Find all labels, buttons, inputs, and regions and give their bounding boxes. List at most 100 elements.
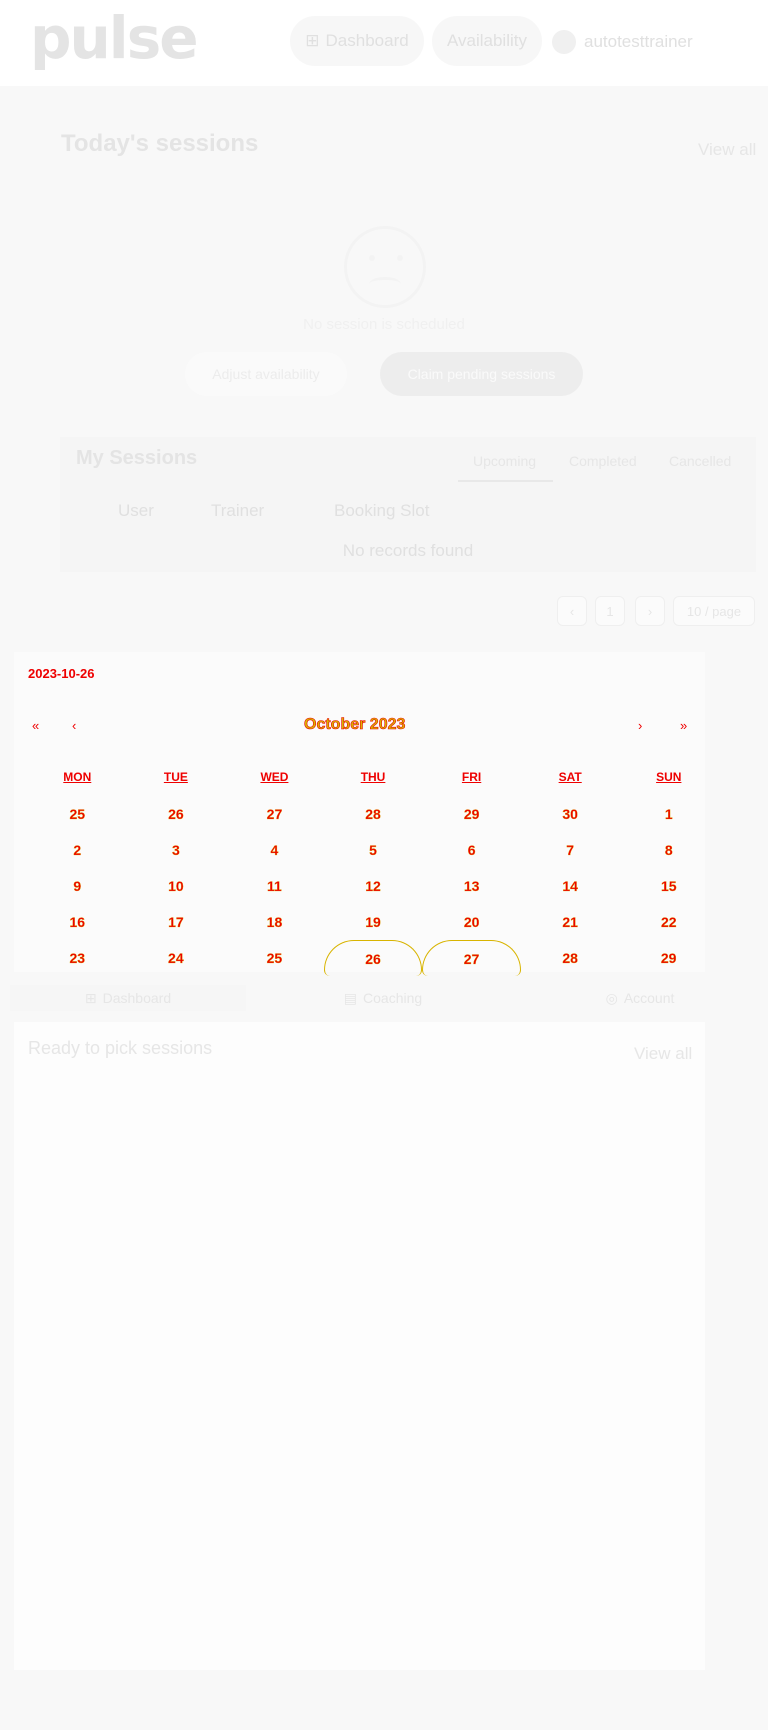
- grid-icon: ⊞: [305, 31, 320, 50]
- page-size-select[interactable]: 10 / page: [673, 596, 755, 626]
- todays-sessions-title: Today's sessions: [61, 130, 259, 157]
- calendar-week-row: 2345678: [28, 832, 718, 868]
- calendar-week-row: 9 10 11 12 13 14 15: [28, 868, 718, 904]
- calendar-day-cell[interactable]: 19: [324, 904, 423, 940]
- calendar-day-cell[interactable]: 10: [127, 868, 226, 904]
- calendar-prev-year-button[interactable]: «: [32, 718, 39, 733]
- calendar-day-cell[interactable]: 26: [323, 940, 423, 976]
- nav-dashboard-label: Dashboard: [325, 31, 409, 50]
- calendar-day-cell[interactable]: 4: [225, 832, 324, 868]
- calendar-grid: MON TUE WED THU FRI SAT SUN 25 26 27 28 29 30…: [28, 770, 718, 976]
- card-icon: ▤: [343, 989, 358, 1006]
- user-circle-icon: ◎: [605, 989, 618, 1006]
- calendar-day-cell[interactable]: 14: [521, 868, 620, 904]
- tabbar-coaching[interactable]: ▤ Coaching: [290, 985, 476, 1011]
- tabbar-dashboard-label: Dashboard: [102, 990, 172, 1006]
- column-header-trainer: Trainer: [211, 501, 265, 520]
- calendar-month-label[interactable]: October 2023: [304, 716, 406, 734]
- calendar-day-cell[interactable]: 28: [324, 796, 423, 832]
- tabbar-account[interactable]: ◎ Account: [560, 985, 720, 1011]
- tabbar-coaching-label: Coaching: [363, 990, 423, 1006]
- calendar-weekday-row: MON TUE WED THU FRI SAT SUN: [28, 770, 718, 796]
- sad-face-icon: [344, 226, 426, 308]
- weekday-label: TUE: [163, 770, 188, 784]
- calendar-day-cell[interactable]: 7: [521, 832, 620, 868]
- top-bar: pulse ⊞ Dashboard Availability autotestt…: [0, 0, 768, 86]
- pagination-prev-button[interactable]: ‹: [557, 596, 587, 626]
- weekday-label: MON: [63, 770, 92, 784]
- calendar-day-cell[interactable]: 25: [225, 940, 324, 976]
- calendar-day-cell[interactable]: 24: [127, 940, 226, 976]
- my-sessions-title: My Sessions: [76, 447, 198, 469]
- calendar-selected-date[interactable]: 2023-10-26: [28, 666, 95, 681]
- calendar-day-cell[interactable]: 8: [619, 832, 718, 868]
- calendar-day-cell[interactable]: 9: [28, 868, 127, 904]
- calendar-day-cell[interactable]: 2: [28, 832, 127, 868]
- calendar-day-cell[interactable]: 25: [28, 796, 127, 832]
- calendar-week-row: 16 17 18 19 20 21 22: [28, 904, 718, 940]
- nav-availability[interactable]: Availability: [432, 16, 542, 66]
- claim-pending-sessions-button[interactable]: Claim pending sessions: [380, 352, 583, 396]
- calendar-day-cell[interactable]: 3: [127, 832, 226, 868]
- calendar-day-cell[interactable]: 29: [422, 796, 521, 832]
- calendar-day-cell[interactable]: 16: [28, 904, 127, 940]
- calendar-day-cell[interactable]: 28: [521, 940, 620, 976]
- tabbar-dashboard[interactable]: ⊞ Dashboard: [10, 985, 246, 1011]
- username: autotesttrainer: [584, 32, 693, 51]
- adjust-availability-button[interactable]: Adjust availability: [185, 352, 347, 396]
- user-menu[interactable]: autotesttrainer: [552, 30, 693, 54]
- calendar-panel: 2023-10-26 « ‹ October 2023 › » MON TUE …: [14, 652, 705, 976]
- calendar-day-cell[interactable]: 26: [127, 796, 226, 832]
- column-header-booking-slot: Booking Slot: [334, 501, 430, 520]
- chevron-right-icon: ›: [647, 603, 653, 619]
- pagination-page-1[interactable]: 1: [595, 596, 625, 626]
- ready-sessions-view-all-link[interactable]: View all: [634, 1044, 692, 1064]
- calendar-day-cell[interactable]: 27: [225, 796, 324, 832]
- calendar-prev-month-button[interactable]: ‹: [72, 718, 76, 733]
- grid-icon: ⊞: [84, 989, 97, 1006]
- weekday-label: WED: [260, 770, 289, 784]
- calendar-day-cell[interactable]: 29: [619, 940, 718, 976]
- calendar-day-cell[interactable]: 11: [225, 868, 324, 904]
- calendar-day-cell[interactable]: 15: [619, 868, 718, 904]
- calendar-day-cell[interactable]: 23: [28, 940, 127, 976]
- empty-sessions-text: No session is scheduled: [303, 316, 465, 333]
- calendar-day-cell[interactable]: 1: [619, 796, 718, 832]
- logo[interactable]: pulse: [30, 4, 199, 72]
- calendar-day-cell[interactable]: 18: [225, 904, 324, 940]
- calendar-day-cell[interactable]: 30: [521, 796, 620, 832]
- calendar-day-cell[interactable]: 17: [127, 904, 226, 940]
- tab-completed[interactable]: Completed: [569, 453, 637, 469]
- calendar-day-cell[interactable]: 6: [422, 832, 521, 868]
- chevron-left-icon: ‹: [569, 603, 575, 619]
- calendar-day-cell[interactable]: 5: [324, 832, 423, 868]
- nav-availability-label: Availability: [446, 31, 527, 50]
- calendar-day-cell[interactable]: 13: [422, 868, 521, 904]
- tabbar-account-label: Account: [623, 990, 675, 1006]
- active-tab-indicator: [458, 480, 553, 482]
- weekday-label: SAT: [558, 770, 582, 784]
- calendar-next-year-button[interactable]: »: [680, 718, 687, 733]
- todays-sessions-view-all-link[interactable]: View all: [698, 140, 756, 160]
- calendar-week-row: 25 26 27 28 29 30 1: [28, 796, 718, 832]
- calendar-day-cell[interactable]: 20: [422, 904, 521, 940]
- calendar-day-cell[interactable]: 27: [422, 940, 521, 976]
- tab-upcoming[interactable]: Upcoming: [473, 453, 536, 469]
- nav-dashboard[interactable]: ⊞ Dashboard: [290, 16, 424, 66]
- column-header-user: User: [118, 501, 154, 520]
- calendar-next-month-button[interactable]: ›: [638, 718, 642, 733]
- calendar-week-row: 23 24 25 26 27 28 29: [28, 940, 718, 976]
- pagination-next-button[interactable]: ›: [635, 596, 665, 626]
- my-sessions-card: My Sessions Upcoming Completed Cancelled…: [60, 437, 756, 572]
- avatar: [552, 30, 576, 54]
- weekday-label: SUN: [656, 770, 682, 784]
- tab-cancelled[interactable]: Cancelled: [669, 453, 731, 469]
- no-records-text: No records found: [342, 541, 474, 560]
- calendar-day-cell[interactable]: 22: [619, 904, 718, 940]
- calendar-day-cell[interactable]: 21: [521, 904, 620, 940]
- ready-sessions-card: Ready to pick sessions View all: [14, 1022, 705, 1670]
- weekday-label: THU: [360, 770, 386, 784]
- ready-sessions-title: Ready to pick sessions: [28, 1038, 213, 1058]
- calendar-day-cell[interactable]: 12: [324, 868, 423, 904]
- weekday-label: FRI: [461, 770, 482, 784]
